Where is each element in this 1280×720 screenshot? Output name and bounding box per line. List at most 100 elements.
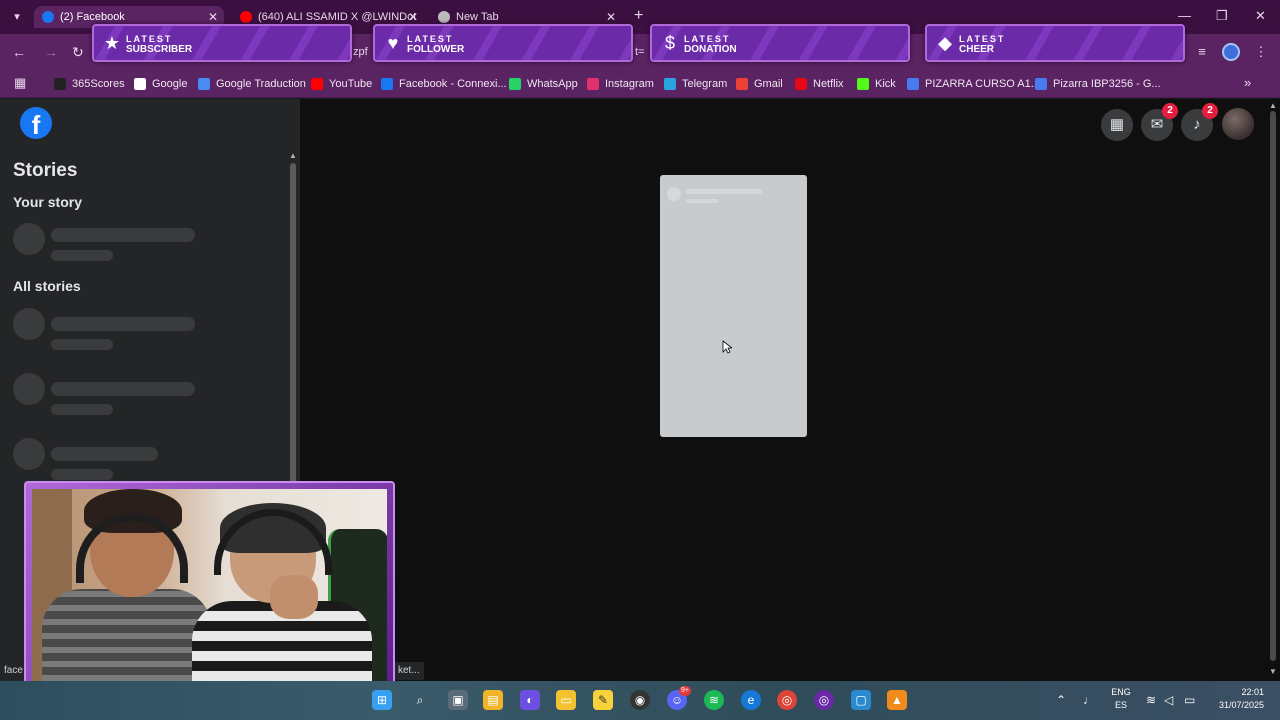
bookmark-label: YouTube: [329, 78, 373, 90]
skeleton-avatar: [13, 308, 45, 340]
skeleton-line: [51, 382, 195, 396]
streamer-right-hand: [270, 575, 318, 619]
task-view-icon[interactable]: ▣: [448, 690, 468, 710]
bookmark-label: Pizarra IBP3256 - G...: [1053, 78, 1161, 90]
page-scrollbar[interactable]: [1270, 111, 1276, 661]
dollar-icon: $: [664, 33, 675, 53]
alert-caption: LATEST: [959, 34, 1006, 44]
skeleton-line: [51, 469, 113, 480]
story-author-avatar: [667, 187, 681, 201]
spotify-icon[interactable]: ≋: [704, 690, 724, 710]
status-bar-url: face: [0, 662, 27, 680]
bookmarks-bar: 365Scores Google Google Traduction YouTu…: [0, 70, 1280, 98]
alert-title: CHEER: [959, 44, 995, 55]
menu-grid-icon[interactable]: ▦: [1101, 109, 1133, 141]
battery-icon[interactable]: ▭: [1184, 693, 1195, 707]
maximize-icon[interactable]: ❐: [1216, 8, 1228, 24]
heart-icon: ♥: [387, 33, 399, 53]
stories-title: Stories: [13, 160, 78, 181]
page-scroll-up-icon[interactable]: ▲: [1269, 101, 1277, 110]
alert-caption: LATEST: [126, 34, 173, 44]
diamond-icon: ◆: [938, 33, 952, 53]
search-icon[interactable]: ⌕: [410, 690, 430, 710]
back-arrow-icon[interactable]: ←: [12, 44, 26, 60]
bookmarks-overflow-icon[interactable]: »: [1244, 75, 1251, 90]
language-indicator[interactable]: ENG ES: [1108, 686, 1134, 712]
minimize-icon[interactable]: —: [1178, 8, 1191, 24]
file-explorer-icon[interactable]: ▭: [556, 690, 576, 710]
chrome-profile-icon[interactable]: ◎: [814, 690, 834, 710]
bookmark-telegram[interactable]: Telegram: [664, 76, 727, 92]
store-icon[interactable]: ▤: [483, 690, 503, 710]
globe-favicon-icon: [438, 11, 450, 23]
reload-icon[interactable]: ↻: [72, 44, 84, 60]
skeleton-line: [51, 228, 195, 242]
vlc-icon[interactable]: ▲: [887, 690, 907, 710]
bookmark-365scores[interactable]: 365Scores: [54, 76, 125, 92]
telegram-icon: [664, 78, 676, 90]
skeleton-line: [51, 447, 158, 461]
alert-title: FOLLOWER: [407, 44, 465, 55]
edge-icon[interactable]: e: [741, 690, 761, 710]
address-bar-fragment[interactable]: zpf: [353, 46, 368, 58]
bookmark-gmail[interactable]: Gmail: [736, 76, 783, 92]
microphone-icon[interactable]: ♩: [1083, 693, 1095, 707]
sticky-notes-icon[interactable]: ✎: [593, 690, 613, 710]
bookmark-youtube[interactable]: YouTube: [311, 76, 372, 92]
bookmark-instagram[interactable]: Instagram: [587, 76, 654, 92]
notifications-badge: 2: [1202, 103, 1218, 119]
skeleton-line: [51, 404, 113, 415]
docs-icon: [1035, 78, 1047, 90]
account-avatar[interactable]: [1222, 108, 1254, 140]
sidebar-scroll-up-icon[interactable]: ▲: [289, 151, 297, 160]
window-close-icon[interactable]: ✕: [1255, 8, 1266, 24]
language-primary: ENG: [1111, 687, 1131, 697]
star-icon: ★: [103, 33, 121, 53]
page-scroll-down-icon[interactable]: ▼: [1269, 667, 1277, 676]
whatsapp-icon: [509, 78, 521, 90]
bookmark-kick[interactable]: Kick: [857, 76, 896, 92]
bookmark-pizarra-ibp[interactable]: Pizarra IBP3256 - G...: [1035, 76, 1161, 92]
messenger-badge: 2: [1162, 103, 1178, 119]
streamer-left-body: [42, 589, 212, 682]
skeleton-line: [51, 250, 113, 261]
bookmark-netflix[interactable]: Netflix: [795, 76, 844, 92]
alert-title: SUBSCRIBER: [126, 44, 193, 55]
new-tab-button[interactable]: +: [634, 8, 643, 24]
apps-grid-icon[interactable]: ▦: [14, 75, 26, 91]
bookmark-google-traduction[interactable]: Google Traduction: [198, 76, 306, 92]
youtube-favicon-icon: [240, 11, 252, 23]
show-hidden-icons-icon[interactable]: ⌃: [1056, 693, 1066, 707]
bookmark-facebook[interactable]: Facebook - Connexi...: [381, 76, 507, 92]
copilot-icon[interactable]: ◐: [520, 690, 540, 710]
browser-profile-avatar[interactable]: [1222, 43, 1240, 61]
tab-search-chevron-icon[interactable]: ▾: [8, 9, 26, 25]
bookmark-whatsapp[interactable]: WhatsApp: [509, 76, 578, 92]
bookmark-label: Instagram: [605, 78, 654, 90]
bookmark-pizarra-curso[interactable]: PIZARRA CURSO A1...: [907, 76, 1040, 92]
tab-label: New Tab: [456, 11, 499, 23]
alert-caption: LATEST: [407, 34, 454, 44]
forward-arrow-icon[interactable]: →: [44, 44, 58, 60]
wifi-icon[interactable]: ≋: [1146, 693, 1156, 707]
menu-kebab-icon[interactable]: ⋮: [1252, 43, 1270, 61]
skeleton-line: [51, 317, 195, 331]
chrome-icon[interactable]: ◎: [777, 690, 797, 710]
facebook-logo-icon[interactable]: f: [20, 107, 52, 140]
story-loading-card[interactable]: [660, 175, 807, 437]
translate-icon: [198, 78, 210, 90]
volume-icon[interactable]: ◁: [1164, 693, 1173, 707]
bookmark-google[interactable]: Google: [134, 76, 187, 92]
clock-time: 22:01: [1241, 687, 1264, 697]
latest-cheer-alert: ◆ LATEST CHEER: [925, 24, 1185, 62]
obs-icon[interactable]: ◉: [630, 690, 650, 710]
language-secondary: ES: [1114, 700, 1127, 710]
facebook-favicon-icon: [42, 11, 54, 23]
netflix-icon: [795, 78, 807, 90]
app-icon[interactable]: ▢: [851, 690, 871, 710]
start-windows-icon[interactable]: ⊞: [372, 690, 392, 710]
taskbar-clock[interactable]: 22:01 31/07/2025: [1208, 686, 1264, 712]
reading-list-icon[interactable]: ≡: [1193, 43, 1211, 61]
bookmark-label: Google: [152, 78, 188, 90]
address-bar-fragment[interactable]: t=: [635, 46, 644, 58]
